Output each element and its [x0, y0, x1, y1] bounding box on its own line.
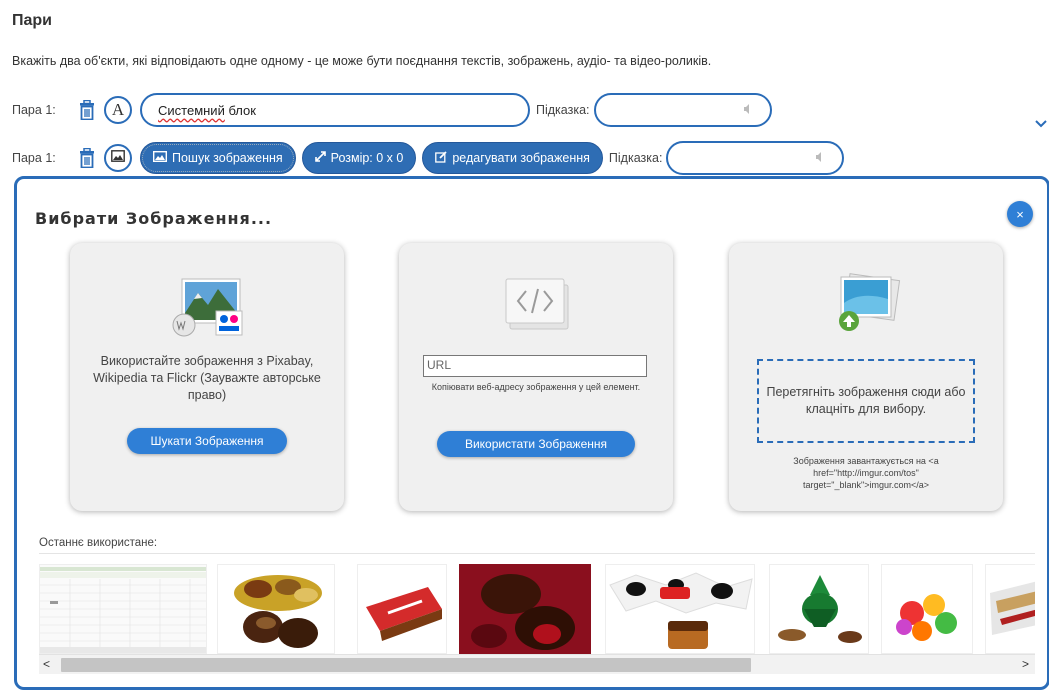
edit-icon	[435, 150, 447, 166]
card-upload: Перетягніть зображення сюди або клацніть…	[729, 243, 1003, 511]
url-hint: Копіювати веб-адресу зображення у цей ел…	[431, 382, 641, 392]
url-input[interactable]: URL	[423, 355, 647, 377]
image-icon	[152, 150, 168, 165]
hint-label: Підказка:	[536, 103, 590, 117]
recent-image-cherry-chocolate[interactable]	[459, 564, 591, 654]
url-placeholder: URL	[427, 358, 452, 372]
search-image-button[interactable]: Пошук зображення	[140, 142, 296, 174]
text-value-misspelled: Системний	[158, 102, 225, 118]
scrollbar-thumb[interactable]	[61, 658, 751, 672]
scroll-right-button[interactable]: >	[1022, 657, 1029, 671]
search-image-label: Пошук зображення	[172, 151, 283, 165]
recent-image-candies-bowl[interactable]	[217, 564, 335, 654]
code-icon	[500, 273, 572, 338]
horizontal-scrollbar[interactable]: < >	[39, 654, 1035, 674]
resize-label: Розмір: 0 x 0	[330, 151, 404, 165]
image-picker-modal: Вибрати Зображення... × Використайте зоб…	[14, 176, 1049, 690]
image-mode-button[interactable]	[104, 144, 132, 172]
close-icon: ×	[1016, 206, 1024, 222]
drop-zone[interactable]: Перетягніть зображення сюди або клацніть…	[757, 359, 975, 443]
pair-label: Пара 1:	[12, 103, 56, 117]
photo-sources-icon	[168, 277, 246, 344]
search-images-button[interactable]: Шукати Зображення	[127, 428, 287, 454]
edit-image-button[interactable]: редагувати зображення	[422, 142, 603, 174]
recent-image-wafer-bar[interactable]	[357, 564, 447, 654]
pair-row-text: Пара 1: A Системний блок Підказка:	[12, 92, 772, 128]
upload-note: Зображення завантажується на <a href="ht…	[793, 456, 939, 490]
recent-label: Останнє використане:	[39, 537, 158, 549]
modal-title: Вибрати Зображення...	[35, 209, 273, 228]
section-title: Пари	[12, 12, 53, 29]
text-mode-button[interactable]: A	[104, 96, 132, 124]
chevron-down-icon[interactable]	[1034, 116, 1048, 132]
drop-zone-text: Перетягніть зображення сюди або клацніть…	[766, 385, 966, 416]
edit-image-label: редагувати зображення	[452, 151, 590, 165]
text-mode-glyph: A	[111, 100, 125, 119]
recent-image-cow-candies[interactable]	[605, 564, 755, 654]
divider	[39, 553, 1035, 554]
pair-label: Пара 1:	[12, 151, 56, 165]
resize-icon	[314, 151, 326, 165]
upload-image-icon	[831, 269, 901, 340]
section-description: Вкажіть два об'єкти, які відповідають од…	[12, 54, 712, 68]
hint-label: Підказка:	[608, 151, 663, 165]
recent-image-colorful-candies[interactable]	[881, 564, 973, 654]
speaker-icon[interactable]	[816, 152, 824, 165]
search-description: Використайте зображення з Pixabay, Wikip…	[93, 354, 321, 402]
scroll-left-button[interactable]: <	[43, 657, 50, 671]
recent-image-spreadsheet[interactable]	[39, 564, 207, 654]
recent-images-strip	[39, 564, 1035, 656]
recent-image-green-candy[interactable]	[769, 564, 869, 654]
text-value-rest: блок	[224, 102, 256, 118]
card-search-images: Використайте зображення з Pixabay, Wikip…	[70, 243, 344, 511]
pair-row-image: Пара 1: Пошук зображення Розмір: 0 x 0 р…	[12, 140, 845, 176]
use-image-button[interactable]: Використати Зображення	[437, 431, 635, 457]
trash-icon[interactable]	[78, 148, 96, 168]
pair-text-input[interactable]: Системний блок	[140, 93, 530, 127]
speaker-icon[interactable]	[743, 104, 752, 117]
recent-image-fiore-bar[interactable]	[985, 564, 1035, 654]
card-url: URL Копіювати веб-адресу зображення у це…	[399, 243, 673, 511]
hint-input[interactable]	[593, 93, 772, 127]
trash-icon[interactable]	[78, 100, 96, 120]
image-icon	[111, 149, 125, 167]
hint-input[interactable]	[666, 141, 845, 175]
close-button[interactable]: ×	[1007, 201, 1033, 227]
resize-button[interactable]: Розмір: 0 x 0	[301, 142, 417, 174]
